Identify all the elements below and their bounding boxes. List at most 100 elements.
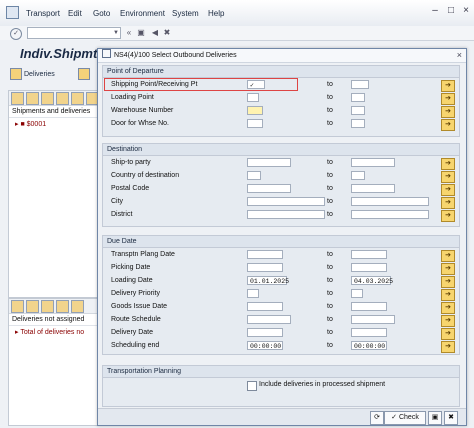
from-input[interactable]: [247, 263, 283, 272]
from-input[interactable]: [247, 315, 291, 324]
multiple-selection-icon[interactable]: ➔: [441, 315, 455, 327]
shipment-tree-panel: Shipments and deliveries ▸ ■ $0001: [8, 90, 102, 298]
multiple-selection-icon[interactable]: ➔: [441, 80, 455, 92]
check-button[interactable]: ✓ Check: [384, 411, 426, 425]
multiple-selection-icon[interactable]: ➔: [441, 276, 455, 288]
from-input[interactable]: 01.01.2025: [247, 276, 289, 285]
select-icon[interactable]: [56, 300, 69, 313]
to-input[interactable]: [351, 302, 387, 311]
check-label: Check: [398, 414, 419, 421]
chevron-down-icon[interactable]: ▼: [113, 30, 119, 36]
to-label: to: [327, 120, 333, 127]
from-input[interactable]: [247, 328, 283, 337]
cancel-icon[interactable]: ✖: [444, 411, 458, 425]
maximize-icon[interactable]: □: [444, 4, 458, 18]
enter-check-icon[interactable]: ✓: [10, 28, 22, 40]
row-city: City to ➔: [103, 197, 459, 209]
expand-icon[interactable]: [11, 300, 24, 313]
multiple-selection-icon[interactable]: ➔: [441, 197, 455, 209]
people-button[interactable]: [78, 68, 92, 82]
to-input[interactable]: [351, 158, 395, 167]
save-icon[interactable]: ▣: [136, 28, 146, 38]
multiple-selection-icon[interactable]: ➔: [441, 341, 455, 353]
collapse-icon[interactable]: [26, 92, 39, 105]
row-label: Country of destination: [111, 172, 180, 179]
from-input[interactable]: [247, 93, 259, 102]
deliveries-label: Deliveries: [24, 71, 55, 78]
from-input[interactable]: [247, 210, 325, 219]
truck-small-icon[interactable]: [71, 92, 84, 105]
to-input[interactable]: [351, 119, 365, 128]
include-processed-checkbox[interactable]: [247, 381, 257, 391]
to-input[interactable]: [351, 210, 429, 219]
from-input[interactable]: [247, 250, 283, 259]
to-input[interactable]: [351, 263, 387, 272]
from-input[interactable]: [247, 171, 261, 180]
to-input[interactable]: [351, 93, 365, 102]
from-input[interactable]: 00:00:00: [247, 341, 283, 350]
sap-menu-icon[interactable]: [6, 6, 19, 19]
multiple-selection-icon[interactable]: ➔: [441, 289, 455, 301]
from-input[interactable]: [247, 106, 263, 115]
exit-icon[interactable]: ✖: [162, 28, 172, 38]
to-input[interactable]: [351, 171, 365, 180]
to-input[interactable]: [351, 315, 395, 324]
refresh-icon[interactable]: [71, 300, 84, 313]
multiple-selection-icon[interactable]: ➔: [441, 263, 455, 275]
multiple-selection-icon[interactable]: ➔: [441, 250, 455, 262]
from-input[interactable]: [247, 158, 291, 167]
multiple-selection-icon[interactable]: ➔: [441, 93, 455, 105]
menu-goto[interactable]: Goto: [93, 9, 110, 18]
row-label: Ship-to party: [111, 159, 151, 166]
menu-system[interactable]: System: [172, 9, 199, 18]
history-icon[interactable]: «: [124, 28, 134, 38]
row-label: Loading Point: [111, 94, 154, 101]
from-input[interactable]: [247, 119, 263, 128]
menu-environment[interactable]: Environment: [120, 9, 165, 18]
from-input[interactable]: [247, 289, 259, 298]
execute-icon[interactable]: ⟳: [370, 411, 384, 425]
to-input[interactable]: [351, 250, 387, 259]
multiple-selection-icon[interactable]: ➔: [441, 171, 455, 183]
to-input[interactable]: [351, 289, 363, 298]
expand-icon[interactable]: [11, 92, 24, 105]
selection-highlight: [104, 78, 298, 91]
menu-help[interactable]: Help: [208, 9, 224, 18]
to-input[interactable]: [351, 80, 369, 89]
multiple-selection-icon[interactable]: ➔: [441, 158, 455, 170]
sort-icon[interactable]: [41, 300, 54, 313]
row-label: Delivery Date: [111, 329, 154, 336]
to-input[interactable]: 04.03.2025: [351, 276, 393, 285]
dialog-close-icon[interactable]: ×: [457, 49, 462, 62]
save-icon[interactable]: ▣: [428, 411, 442, 425]
multiple-selection-icon[interactable]: ➔: [441, 210, 455, 222]
tree-item-shipment[interactable]: ▸ ■ $0001: [9, 118, 101, 130]
multiple-selection-icon[interactable]: ➔: [441, 302, 455, 314]
to-input[interactable]: [351, 184, 395, 193]
multiple-selection-icon[interactable]: ➔: [441, 328, 455, 340]
to-input[interactable]: 00:00:00: [351, 341, 387, 350]
command-field[interactable]: ▼: [27, 27, 121, 39]
minimize-icon[interactable]: –: [428, 4, 442, 18]
multiple-selection-icon[interactable]: ➔: [441, 106, 455, 118]
from-input[interactable]: [247, 184, 291, 193]
to-input[interactable]: [351, 197, 429, 206]
row-loading-date: Loading Date 01.01.2025 to 04.03.2025 ➔: [103, 276, 459, 288]
to-input[interactable]: [351, 106, 365, 115]
menu-edit[interactable]: Edit: [68, 9, 82, 18]
unassigned-item[interactable]: ▸ Total of deliveries no: [9, 326, 101, 338]
multiple-selection-icon[interactable]: ➔: [441, 119, 455, 131]
row-loading-point: Loading Point to ➔: [103, 93, 459, 105]
back-icon[interactable]: ◀: [150, 28, 160, 38]
close-icon[interactable]: ×: [459, 4, 473, 18]
filter-icon[interactable]: [26, 300, 39, 313]
from-input[interactable]: [247, 302, 283, 311]
deliveries-button[interactable]: Deliveries: [10, 68, 55, 82]
filter-icon[interactable]: [56, 92, 69, 105]
to-input[interactable]: [351, 328, 387, 337]
from-input[interactable]: [247, 197, 325, 206]
menu-transport[interactable]: Transport: [26, 9, 60, 18]
multiple-selection-icon[interactable]: ➔: [441, 184, 455, 196]
unassigned-header: Deliveries not assigned: [9, 314, 101, 326]
select-icon[interactable]: [41, 92, 54, 105]
